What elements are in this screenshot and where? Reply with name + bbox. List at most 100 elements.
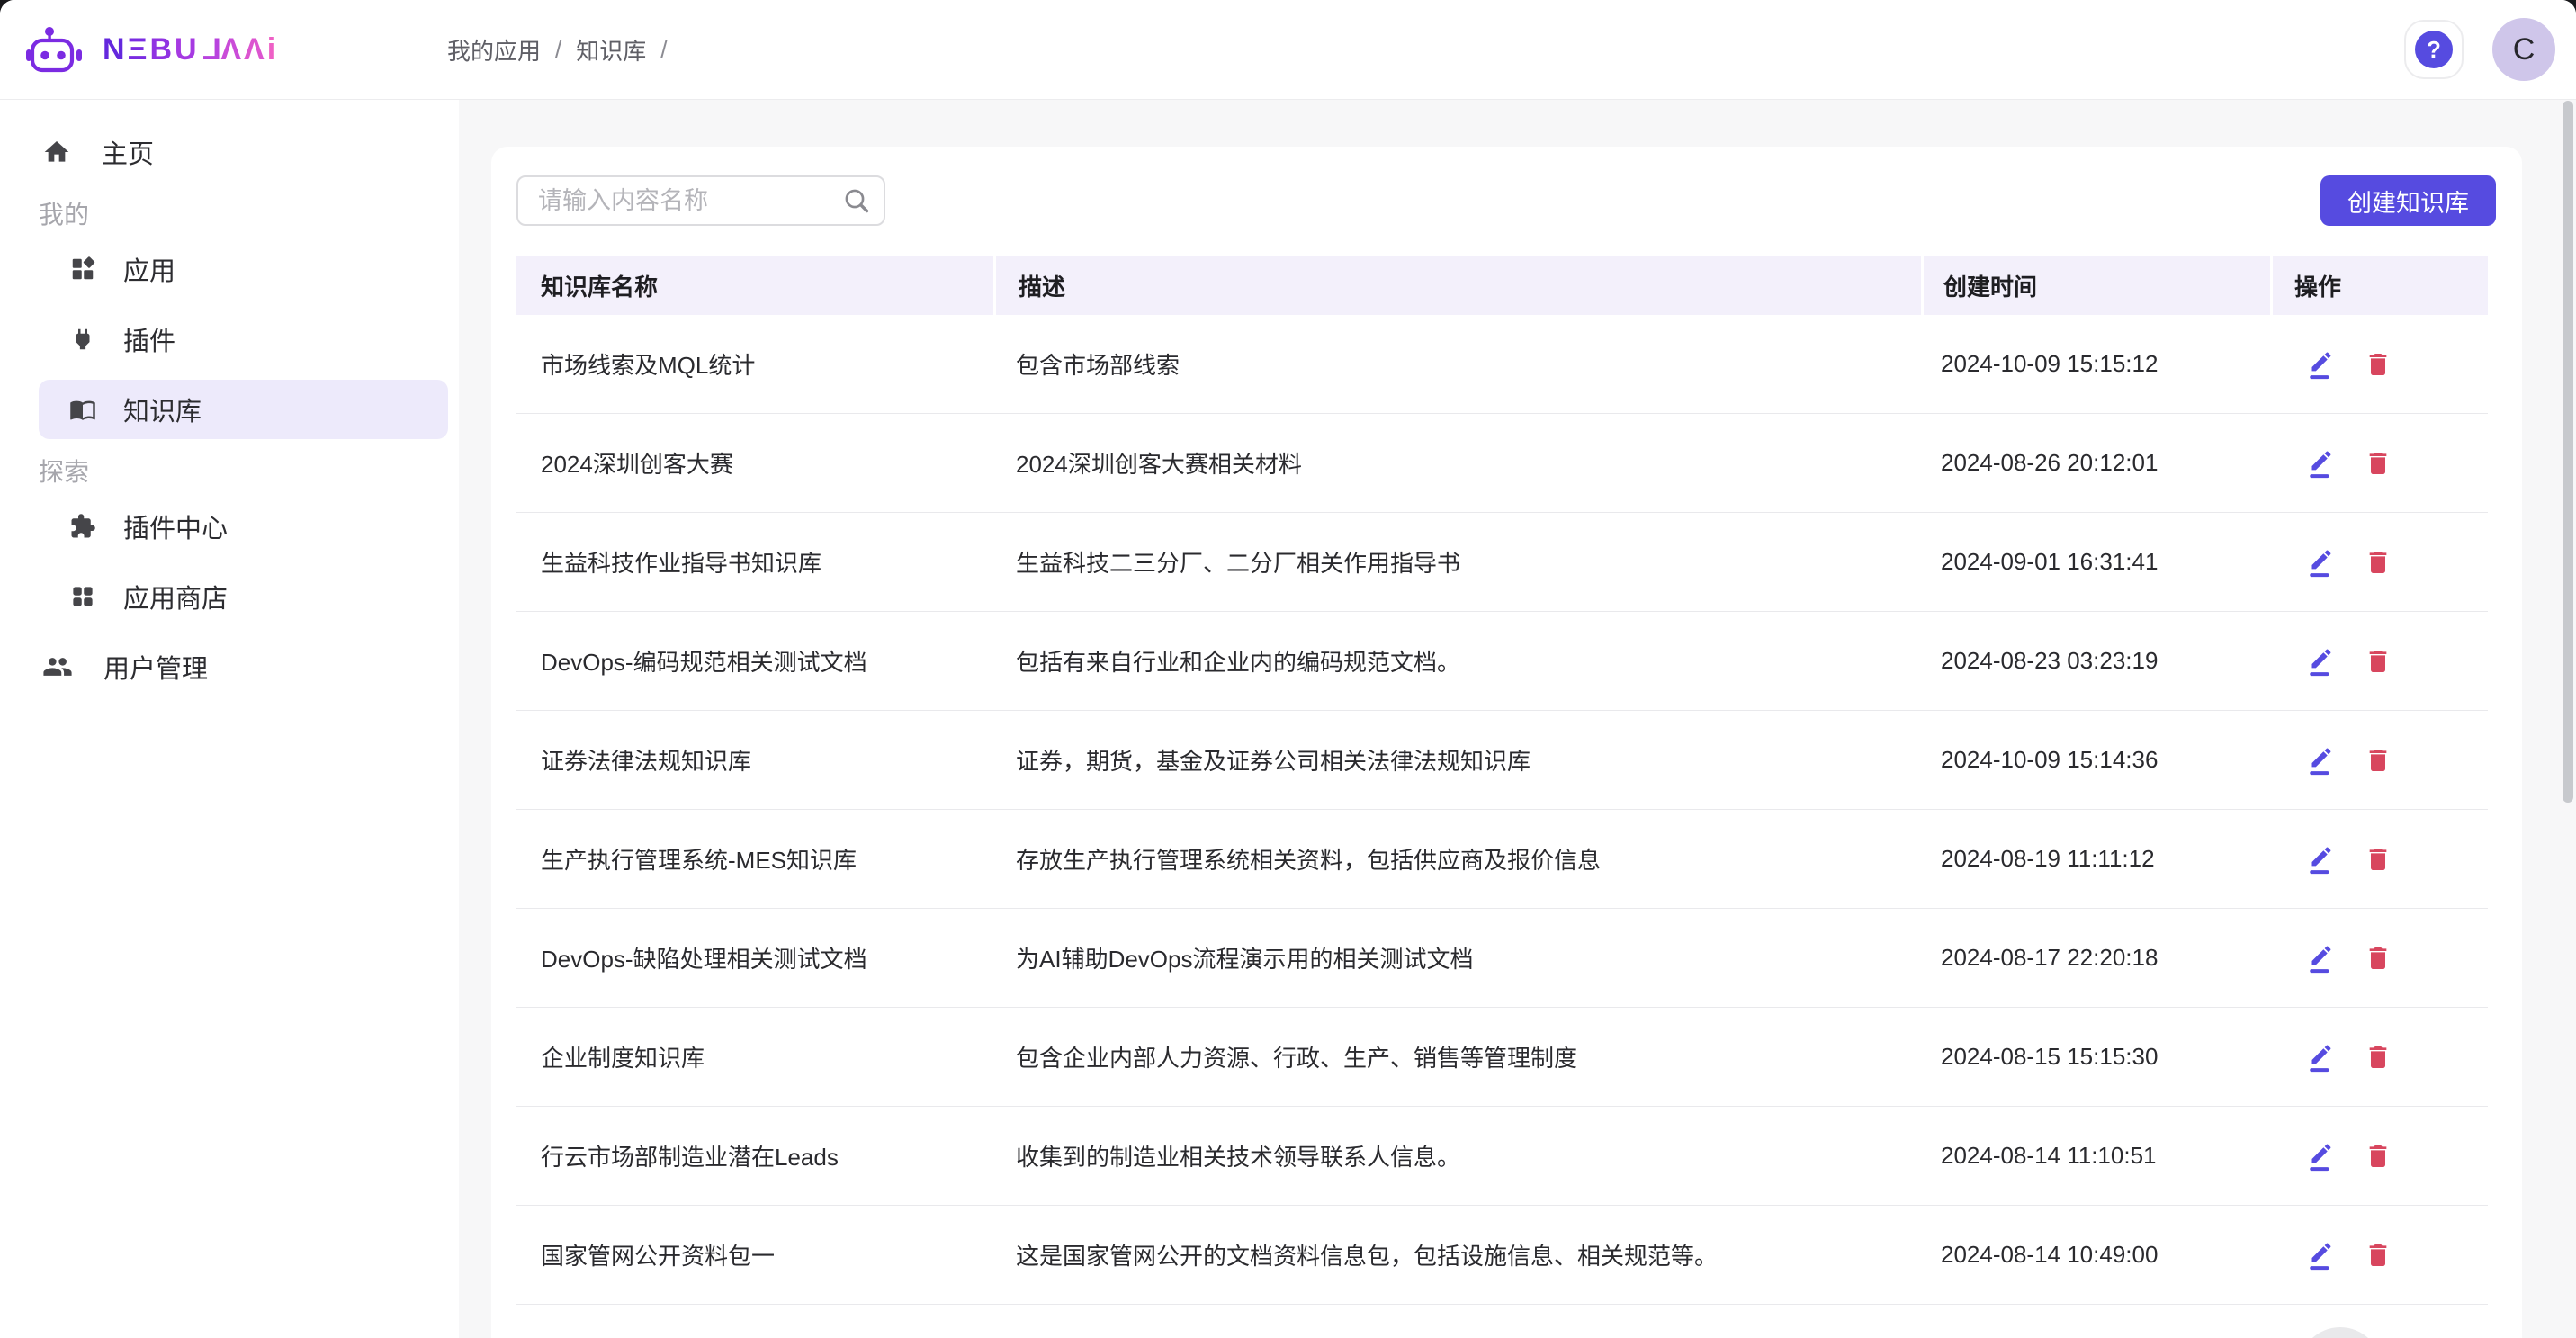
- logo-letter: B: [149, 34, 175, 65]
- delete-button[interactable]: [2364, 1142, 2392, 1171]
- table-row: 行云市场部制造业潜在Leads收集到的制造业相关技术领导联系人信息。2024-0…: [516, 1107, 2488, 1206]
- sidebar-item-label: 主页: [102, 133, 154, 171]
- delete-button[interactable]: [2364, 350, 2392, 379]
- table-row: 生益科技作业指导书知识库生益科技二三分厂、二分厂相关作用指导书2024-09-0…: [516, 513, 2488, 612]
- card-header: 创建知识库: [516, 175, 2496, 226]
- breadcrumb-separator: /: [555, 36, 561, 64]
- row-name-cell: 国家管网公开资料包一: [516, 1238, 993, 1271]
- logo-letter: L: [200, 34, 221, 65]
- sidebar-item-app-store[interactable]: 应用商店: [39, 567, 448, 626]
- sidebar-item-label: 用户管理: [103, 648, 208, 686]
- sidebar-item-plugins[interactable]: 插件: [39, 310, 448, 369]
- sidebar-item-user-management[interactable]: 用户管理: [39, 637, 448, 696]
- sidebar-item-plugin-center[interactable]: 插件中心: [39, 497, 448, 556]
- row-actions-cell: [2270, 844, 2488, 875]
- delete-button[interactable]: [2364, 746, 2392, 775]
- trash-icon: [2364, 350, 2392, 379]
- edit-pencil-icon: [2306, 844, 2337, 875]
- trash-icon: [2364, 1241, 2392, 1270]
- edit-button[interactable]: [2306, 745, 2337, 776]
- main-content: 创建知识库 知识库名称 描述 创建时间 操作 市场线索及MQL统计包含市场部线索…: [459, 99, 2576, 1338]
- edit-button[interactable]: [2306, 349, 2337, 380]
- row-actions-cell: [2270, 547, 2488, 578]
- row-description-cell: 为AI辅助DevOps流程演示用的相关测试文档: [993, 941, 1921, 974]
- row-description-cell: 包含市场部线索: [993, 347, 1921, 381]
- edit-button[interactable]: [2306, 1141, 2337, 1172]
- question-mark-icon: ?: [2415, 31, 2453, 68]
- logo-wordmark: NΞBULΛΛi: [103, 34, 278, 65]
- delete-button[interactable]: [2364, 449, 2392, 478]
- table-row: 企业制度知识库包含企业内部人力资源、行政、生产、销售等管理制度2024-08-1…: [516, 1008, 2488, 1107]
- row-name-cell: 行云市场部制造业潜在Leads: [516, 1139, 993, 1172]
- delete-button[interactable]: [2364, 548, 2392, 577]
- robot-logo-icon: [25, 26, 83, 73]
- edit-pencil-icon: [2306, 1240, 2337, 1271]
- row-name-cell: 生益科技作业指导书知识库: [516, 545, 993, 579]
- grid-icon: [69, 583, 96, 610]
- delete-button[interactable]: [2364, 944, 2392, 973]
- edit-button[interactable]: [2306, 448, 2337, 479]
- app-window: NΞBULΛΛi 我的应用 / 知识库 / ? C 主页 我的: [0, 0, 2576, 1338]
- header-actions: 操作: [2270, 256, 2488, 315]
- edit-button[interactable]: [2306, 1240, 2337, 1271]
- row-description-cell: 存放生产执行管理系统相关资料，包括供应商及报价信息: [993, 842, 1921, 876]
- trash-icon: [2364, 548, 2392, 577]
- home-icon: [42, 138, 71, 166]
- edit-pencil-icon: [2306, 349, 2337, 380]
- row-created-at-cell: 2024-08-19 11:11:12: [1921, 845, 2270, 873]
- breadcrumb-my-apps[interactable]: 我的应用: [447, 33, 541, 67]
- row-description-cell: 这是国家管网公开的文档资料信息包，包括设施信息、相关规范等。: [993, 1238, 1921, 1271]
- row-created-at-cell: 2024-08-14 10:49:00: [1921, 1241, 2270, 1269]
- row-created-at-cell: 2024-08-26 20:12:01: [1921, 449, 2270, 477]
- sidebar-item-label: 知识库: [123, 391, 202, 428]
- edit-button[interactable]: [2306, 1042, 2337, 1073]
- trash-icon: [2364, 1142, 2392, 1171]
- header-description: 描述: [993, 256, 1921, 315]
- sidebar-item-home[interactable]: 主页: [39, 122, 448, 182]
- edit-pencil-icon: [2306, 448, 2337, 479]
- edit-pencil-icon: [2306, 646, 2337, 677]
- table-row: 2024深圳创客大赛2024深圳创客大赛相关材料2024-08-26 20:12…: [516, 414, 2488, 513]
- vertical-scrollbar-thumb[interactable]: [2563, 101, 2573, 803]
- breadcrumb-knowledge-base[interactable]: 知识库: [576, 33, 646, 67]
- edit-button[interactable]: [2306, 943, 2337, 974]
- row-actions-cell: [2270, 349, 2488, 380]
- sidebar-item-label: 插件: [123, 320, 175, 358]
- table-row: 证券法律法规知识库证券，期货，基金及证券公司相关法律法规知识库2024-10-0…: [516, 711, 2488, 810]
- trash-icon: [2364, 1043, 2392, 1072]
- sidebar-item-label: 应用商店: [123, 578, 228, 615]
- delete-button[interactable]: [2364, 647, 2392, 676]
- edit-button[interactable]: [2306, 547, 2337, 578]
- row-description-cell: 生益科技二三分厂、二分厂相关作用指导书: [993, 545, 1921, 579]
- avatar[interactable]: C: [2492, 18, 2555, 81]
- sidebar-item-apps[interactable]: 应用: [39, 239, 448, 299]
- topbar: NΞBULΛΛi 我的应用 / 知识库 / ? C: [0, 0, 2576, 100]
- row-description-cell: 证券，期货，基金及证券公司相关法律法规知识库: [993, 743, 1921, 777]
- search-input[interactable]: [516, 175, 885, 226]
- edit-button[interactable]: [2306, 844, 2337, 875]
- breadcrumb-separator: /: [660, 36, 667, 64]
- edit-pencil-icon: [2306, 1042, 2337, 1073]
- edit-button[interactable]: [2306, 646, 2337, 677]
- row-description-cell: 2024深圳创客大赛相关材料: [993, 446, 1921, 480]
- trash-icon: [2364, 944, 2392, 973]
- logo-letter: N: [103, 34, 128, 65]
- row-created-at-cell: 2024-10-09 15:14:36: [1921, 746, 2270, 774]
- table-row: 国家管网公开资料包一这是国家管网公开的文档资料信息包，包括设施信息、相关规范等。…: [516, 1206, 2488, 1305]
- table-row: 市场线索及MQL统计包含市场部线索2024-10-09 15:15:12: [516, 315, 2488, 414]
- edit-pencil-icon: [2306, 547, 2337, 578]
- logo-letter: Λ: [244, 34, 267, 65]
- row-created-at-cell: 2024-08-17 22:20:18: [1921, 944, 2270, 972]
- row-description-cell: 包括有来自行业和企业内的编码规范文档。: [993, 644, 1921, 678]
- row-name-cell: 市场线索及MQL统计: [516, 347, 993, 381]
- delete-button[interactable]: [2364, 1043, 2392, 1072]
- delete-button[interactable]: [2364, 1241, 2392, 1270]
- create-knowledge-base-button[interactable]: 创建知识库: [2320, 175, 2496, 226]
- help-button[interactable]: ?: [2404, 20, 2464, 79]
- delete-button[interactable]: [2364, 845, 2392, 874]
- row-actions-cell: [2270, 943, 2488, 974]
- logo-letter: U: [175, 34, 200, 65]
- sidebar-item-knowledge-base[interactable]: 知识库: [39, 380, 448, 439]
- row-name-cell: 企业制度知识库: [516, 1040, 993, 1073]
- logo-letter: i: [267, 34, 278, 65]
